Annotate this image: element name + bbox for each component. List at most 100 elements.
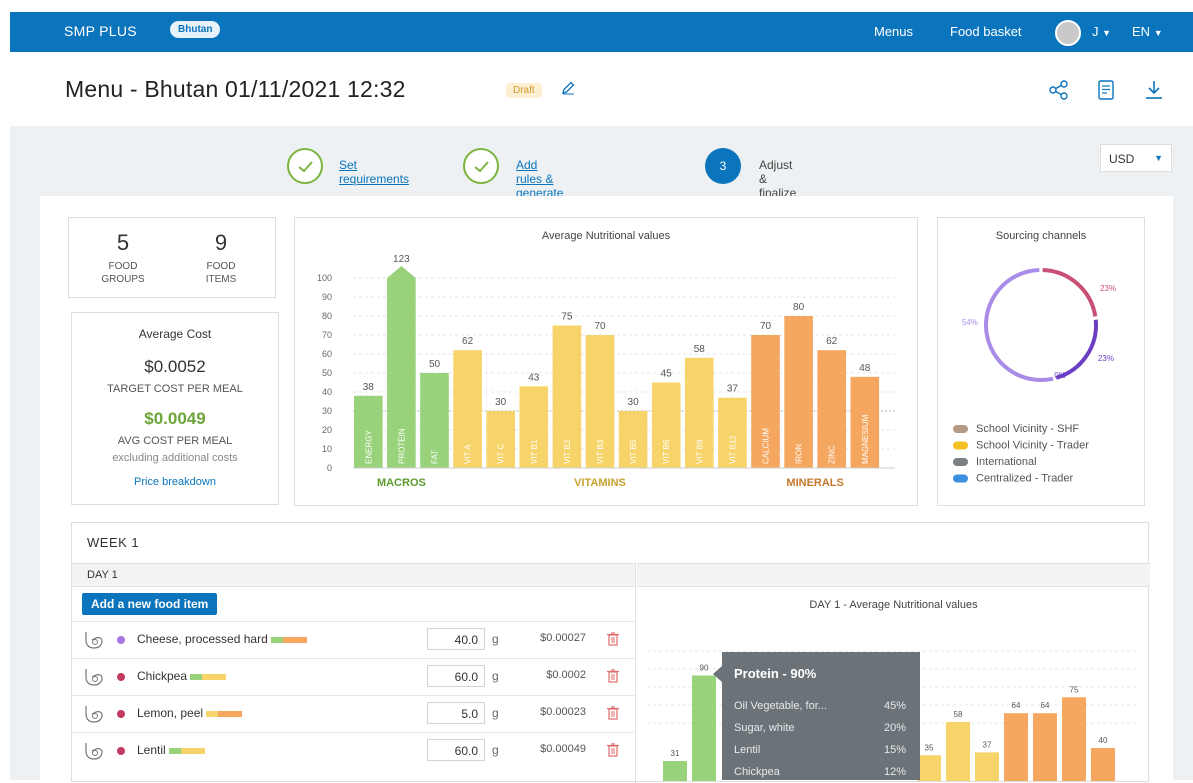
food-row: Lentil 60.0 g $0.00049 — [72, 732, 635, 769]
tooltip-row-value: 45% — [883, 700, 906, 712]
brand-logo[interactable]: SMP PLUS — [64, 23, 137, 39]
day-bar[interactable] — [917, 755, 941, 781]
category-label: ZINC — [828, 445, 837, 464]
quantity-input[interactable]: 60.0 — [427, 739, 485, 761]
data-label: 64 — [1012, 701, 1021, 710]
trash-icon[interactable] — [606, 742, 620, 758]
avatar[interactable] — [1055, 20, 1081, 46]
data-label: 80 — [793, 302, 805, 313]
price-breakdown-link[interactable]: Price breakdown — [72, 476, 278, 488]
slice-label: 23% — [1098, 354, 1114, 363]
tooltip-row: Oil Vegetable, for... 45% — [734, 700, 906, 712]
legend-swatch — [953, 425, 968, 433]
data-label: 75 — [561, 312, 573, 323]
donut-slice[interactable] — [984, 268, 1054, 382]
food-name: Lentil — [137, 743, 206, 757]
food-groups-stat: 5 FOOD GROUPS — [83, 230, 163, 286]
add-food-item-button[interactable]: Add a new food item — [82, 593, 218, 615]
avg-cost-value: $0.0049 — [144, 409, 206, 428]
donut-slice[interactable] — [1042, 268, 1098, 317]
chevron-down-icon: ▼ — [1102, 28, 1112, 38]
category-label: FAT — [431, 450, 440, 464]
legend-label: Centralized - Trader — [976, 473, 1074, 485]
group-label: MINERALS — [786, 477, 843, 489]
nutrient-mini-bar — [169, 747, 182, 754]
step-1-label[interactable]: Set requirements — [339, 158, 409, 186]
legend-swatch — [953, 474, 968, 483]
unit-label: g — [492, 743, 499, 757]
slice-label: 0% — [1054, 371, 1066, 380]
language-menu[interactable]: EN ▼ — [1132, 24, 1163, 39]
data-label: 30 — [628, 397, 640, 408]
language-label: EN — [1132, 24, 1151, 39]
nav-menus[interactable]: Menus — [874, 24, 913, 39]
food-group-dot — [117, 747, 125, 755]
tooltip-row: Chickpea 12% — [734, 766, 906, 778]
trash-icon[interactable] — [606, 705, 620, 721]
data-label: 58 — [694, 344, 706, 355]
day-bar[interactable] — [1091, 748, 1115, 781]
data-label: 64 — [1041, 701, 1050, 710]
day-bar[interactable] — [663, 761, 687, 781]
data-label: 62 — [826, 336, 838, 347]
sourcing-channels-card: Sourcing channels 23% 23% 0% 54% School Vici… — [937, 217, 1145, 506]
category-label: VIT B6 — [662, 439, 671, 464]
y-tick-label: 30 — [322, 406, 332, 416]
pencil-icon[interactable] — [560, 80, 576, 96]
main-content: Set requirements Add rules & generate me… — [10, 126, 1193, 783]
y-tick-label: 90 — [322, 292, 332, 302]
donut-slice[interactable] — [1055, 319, 1098, 380]
y-tick-label: 70 — [322, 330, 332, 340]
unit-label: g — [492, 669, 499, 683]
category-label: PROTEIN — [397, 428, 406, 464]
overflow-arrow — [387, 266, 416, 278]
document-icon[interactable] — [1096, 80, 1116, 100]
category-label: VIT B1 — [530, 439, 539, 464]
tooltip-title: Protein - 90% — [734, 666, 817, 681]
nav-food-basket[interactable]: Food basket — [950, 24, 1022, 39]
day-bar[interactable] — [1062, 697, 1086, 781]
food-item-icon — [85, 743, 103, 760]
share-icon[interactable] — [1048, 80, 1070, 100]
quantity-input[interactable]: 60.0 — [427, 665, 485, 687]
quantity-input[interactable]: 40.0 — [427, 628, 485, 650]
user-menu[interactable]: J ▼ — [1092, 24, 1111, 39]
week-card: WEEK 1 DAY 1 Add a new food item Cheese,… — [71, 522, 1150, 783]
trash-icon[interactable] — [606, 631, 620, 647]
food-group-dot — [117, 710, 125, 718]
food-row: Chickpea 60.0 g $0.0002 — [72, 658, 635, 695]
day-bar[interactable] — [692, 675, 716, 782]
day-bar[interactable] — [975, 752, 999, 781]
day-bar[interactable] — [1004, 713, 1028, 781]
category-label: MAGNESIUM — [861, 414, 870, 464]
data-label: 37 — [983, 740, 992, 749]
currency-select[interactable]: USD ▼ — [1100, 144, 1172, 172]
quantity-input[interactable]: 5.0 — [427, 702, 485, 724]
week-title: WEEK 1 — [87, 535, 140, 550]
data-label: 62 — [462, 336, 474, 347]
tooltip-row-name: Oil Vegetable, for... — [734, 700, 827, 712]
chevron-down-icon: ▼ — [1154, 153, 1163, 163]
data-label: 90 — [700, 664, 709, 673]
y-tick-label: 50 — [322, 368, 332, 378]
step-2-check[interactable] — [463, 148, 499, 184]
day-bar[interactable] — [946, 721, 970, 781]
food-group-dot — [117, 636, 125, 644]
unit-label: g — [492, 632, 499, 646]
tooltip-arrow — [713, 666, 722, 682]
data-label: 45 — [661, 369, 673, 380]
stats-card: 5 FOOD GROUPS 9 FOOD ITEMS — [68, 217, 276, 298]
food-name: Cheese, processed hard — [137, 632, 308, 646]
nutrient-mini-bar — [271, 636, 284, 643]
data-label: 70 — [594, 321, 606, 332]
category-label: VIT B9 — [695, 439, 704, 464]
tooltip-row-value: 12% — [883, 766, 906, 778]
day-bar[interactable] — [1033, 713, 1057, 781]
step-1-check[interactable] — [287, 148, 323, 184]
food-name: Chickpea — [137, 669, 227, 683]
group-label: MACROS — [377, 477, 426, 489]
data-label: 70 — [760, 321, 772, 332]
tooltip-row: Sugar, white 20% — [734, 722, 906, 734]
trash-icon[interactable] — [606, 668, 620, 684]
download-icon[interactable] — [1144, 80, 1164, 100]
